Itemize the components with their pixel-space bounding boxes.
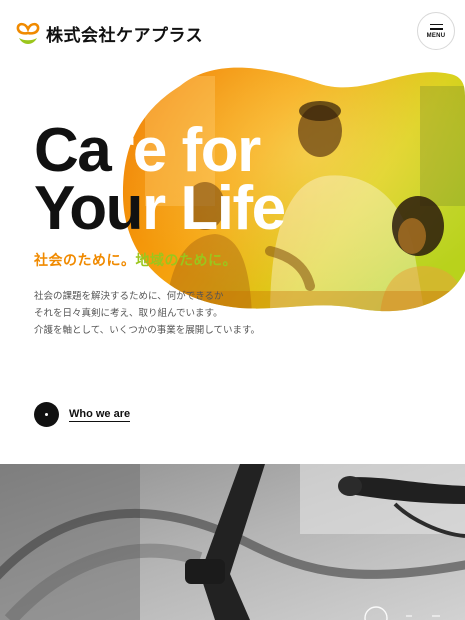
menu-label: MENU bbox=[426, 32, 446, 39]
description-line: 社会の課題を解決するために、何ができるか bbox=[34, 291, 224, 302]
heart-leaf-logo-icon bbox=[16, 22, 40, 44]
dot-icon bbox=[45, 413, 48, 416]
hamburger-icon bbox=[429, 23, 443, 30]
hero-tagline: 社会のために。地域のために。 bbox=[34, 250, 237, 270]
who-we-are-label[interactable]: Who we are bbox=[69, 408, 131, 422]
headline-line2-light: r Life bbox=[142, 174, 286, 243]
company-name: 株式会社ケアプラス bbox=[46, 25, 204, 45]
hero-headline: Care for Your Life bbox=[34, 120, 334, 240]
description-line: 介護を軸として、いくつかの事業を展開しています。 bbox=[34, 325, 261, 336]
tagline-part2: 地域のために。 bbox=[135, 252, 237, 268]
site-header: 株式会社ケアプラス MENU bbox=[0, 0, 465, 66]
headline-line2-dark: You bbox=[34, 174, 144, 243]
tagline-part1: 社会のために。 bbox=[34, 252, 136, 268]
who-we-are-link[interactable]: Who we are bbox=[34, 402, 131, 427]
hero-description: 社会の課題を解決するために、何ができるか それを日々真剣に考え、取り組んでいます… bbox=[34, 288, 294, 339]
cta-circle[interactable] bbox=[34, 402, 59, 427]
menu-button[interactable]: MENU bbox=[417, 12, 455, 50]
description-line: それを日々真剣に考え、取り組んでいます。 bbox=[34, 308, 223, 319]
site-logo[interactable]: 株式会社ケアプラス bbox=[16, 20, 203, 46]
bottom-photo bbox=[0, 464, 465, 620]
